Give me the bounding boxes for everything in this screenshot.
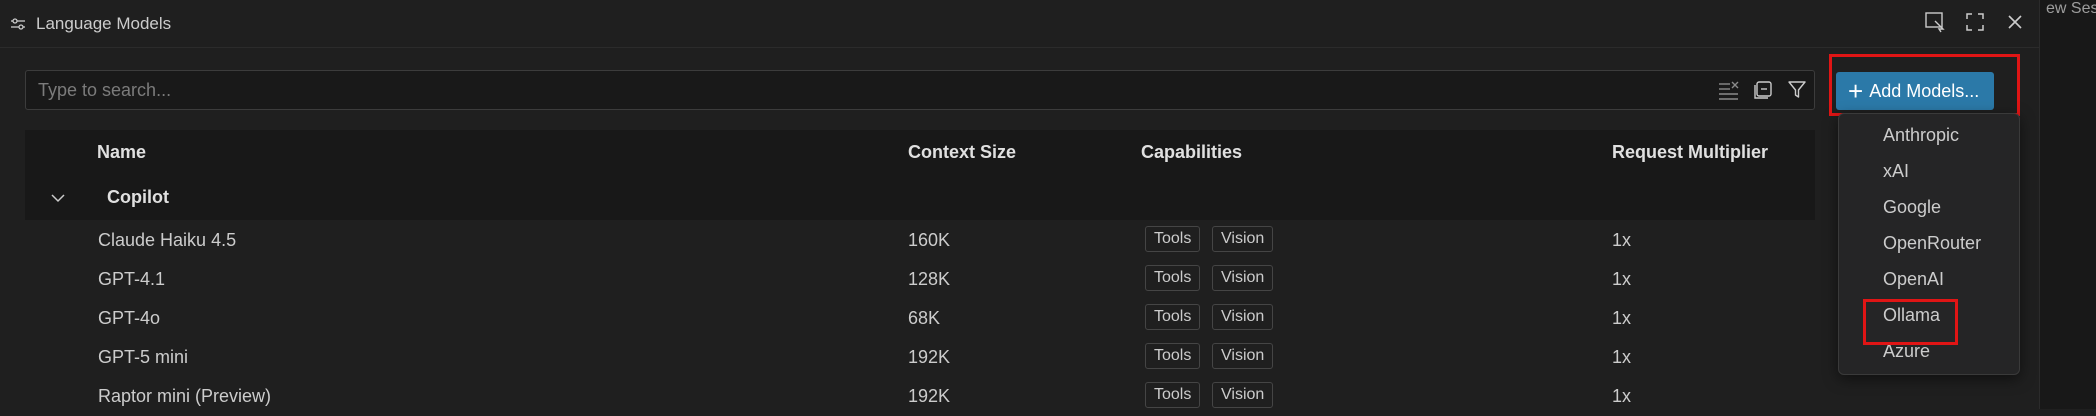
highlight-box-ollama <box>1863 299 1958 345</box>
capability-badge: Tools <box>1145 226 1201 252</box>
model-name: Claude Haiku 4.5 <box>98 230 237 250</box>
capability-badge: Tools <box>1145 343 1201 369</box>
menu-item-openai[interactable]: OpenAI <box>1883 269 1944 290</box>
capability-badge: Vision <box>1212 265 1274 291</box>
capability-badge: Vision <box>1212 343 1274 369</box>
context-size: 68K <box>908 308 941 328</box>
language-models-panel: Language Models Type to search... + Add … <box>0 0 2040 409</box>
capability-badge: Vision <box>1212 226 1274 252</box>
context-size: 192K <box>908 386 951 406</box>
background-tab-label: ew Sessi <box>2046 0 2096 17</box>
page-title: Language Models <box>36 13 172 33</box>
highlight-box-add-models <box>1829 54 2020 116</box>
settings-sliders-icon <box>10 16 26 32</box>
menu-item-google[interactable]: Google <box>1883 197 1941 218</box>
search-field[interactable] <box>25 70 1815 110</box>
model-name: GPT-5 mini <box>98 347 189 367</box>
table-row[interactable]: GPT-4.1 128K Tools Vision 1x <box>25 260 1815 299</box>
model-name: GPT-4.1 <box>98 269 166 289</box>
pick-element-icon[interactable] <box>1923 10 1947 34</box>
column-header-context-size[interactable]: Context Size <box>908 142 1016 163</box>
request-multiplier: 1x <box>1612 230 1632 250</box>
request-multiplier: 1x <box>1612 347 1632 367</box>
collapse-all-icon[interactable] <box>1752 79 1774 101</box>
column-header-name[interactable]: Name <box>97 142 146 163</box>
context-size: 128K <box>908 269 951 289</box>
table-row[interactable]: GPT-4o 68K Tools Vision 1x <box>25 299 1815 338</box>
column-header-capabilities[interactable]: Capabilities <box>1141 142 1242 163</box>
group-row-copilot[interactable]: Copilot <box>25 175 1815 220</box>
table-row[interactable]: Claude Haiku 4.5 160K Tools Vision 1x <box>25 221 1815 260</box>
column-header-request-multiplier[interactable]: Request Multiplier <box>1612 142 1768 163</box>
request-multiplier: 1x <box>1612 308 1632 328</box>
filter-icon[interactable] <box>1786 79 1808 101</box>
search-input[interactable] <box>36 71 1686 109</box>
table-row[interactable]: Raptor mini (Preview) 192K Tools Vision … <box>25 377 1815 416</box>
context-size: 160K <box>908 230 951 250</box>
request-multiplier: 1x <box>1612 386 1632 406</box>
clear-filter-icon[interactable] <box>1718 79 1740 101</box>
background-window <box>2040 0 2096 409</box>
group-label: Copilot <box>107 187 169 207</box>
chevron-down-icon[interactable] <box>49 189 67 207</box>
capability-badge: Tools <box>1145 382 1201 408</box>
model-name: Raptor mini (Preview) <box>98 386 272 406</box>
table-row[interactable]: GPT-5 mini 192K Tools Vision 1x <box>25 338 1815 377</box>
close-icon[interactable] <box>2003 10 2027 34</box>
menu-item-openrouter[interactable]: OpenRouter <box>1883 233 1981 254</box>
model-name: GPT-4o <box>98 308 161 328</box>
capability-badge: Tools <box>1145 304 1201 330</box>
menu-item-xai[interactable]: xAI <box>1883 161 1909 182</box>
capability-badge: Vision <box>1212 382 1274 408</box>
table-header: Name Context Size Capabilities Request M… <box>25 130 1815 175</box>
title-bar: Language Models <box>0 0 2039 48</box>
capability-badge: Tools <box>1145 265 1201 291</box>
capability-badge: Vision <box>1212 304 1274 330</box>
menu-item-anthropic[interactable]: Anthropic <box>1883 125 1959 146</box>
request-multiplier: 1x <box>1612 269 1632 289</box>
context-size: 192K <box>908 347 951 367</box>
maximize-icon[interactable] <box>1963 10 1987 34</box>
